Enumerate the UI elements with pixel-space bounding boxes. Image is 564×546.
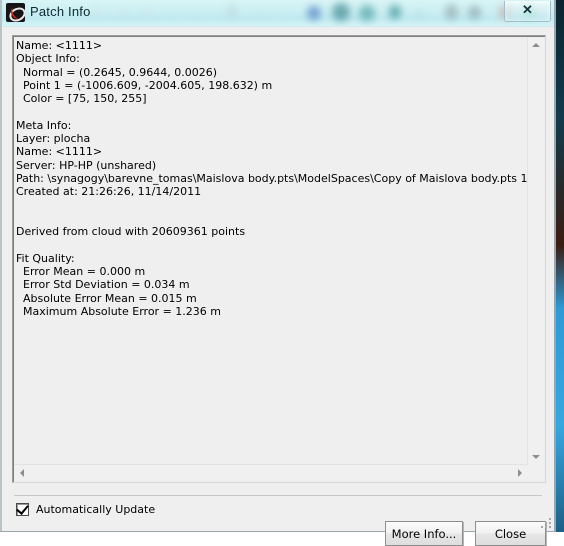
glass-blur-blob xyxy=(414,9,424,19)
info-line: Maximum Absolute Error = 1.236 m xyxy=(16,305,527,318)
info-line: Normal = (0.2645, 0.9644, 0.0026) xyxy=(16,66,527,79)
scroll-down-arrow-icon[interactable] xyxy=(528,449,544,465)
patch-app-icon xyxy=(6,3,25,22)
info-line: Created at: 21:26:26, 11/14/2011 xyxy=(16,185,527,198)
info-line: Absolute Error Mean = 0.015 m xyxy=(16,292,527,305)
glass-blur-blob xyxy=(226,4,238,19)
info-line: Color = [75, 150, 255] xyxy=(16,92,527,105)
info-line: Meta Info: xyxy=(16,119,527,132)
glass-blur-blob xyxy=(468,6,481,19)
info-line: Server: HP-HP (unshared) xyxy=(16,159,527,172)
info-line: Object Info: xyxy=(16,52,527,65)
info-blank-line xyxy=(16,212,527,225)
resize-grip[interactable] xyxy=(539,516,551,528)
glass-blur-blob xyxy=(174,10,182,18)
info-line: Error Mean = 0.000 m xyxy=(16,265,527,278)
glass-blur-blob xyxy=(254,9,262,18)
glass-blur-blob xyxy=(197,10,205,18)
glass-blur-blob xyxy=(119,8,129,18)
info-line: Error Std Deviation = 0.034 m xyxy=(16,278,527,291)
info-blank-line xyxy=(16,199,527,212)
glass-blur-blob xyxy=(274,10,282,18)
more-info-button[interactable]: More Info... xyxy=(385,521,463,546)
footer-separator xyxy=(14,495,542,496)
window-client-area: Name: <1111>Object Info: Normal = (0.264… xyxy=(2,27,554,531)
info-line: Path: \synagogy\barevne_tomas\Maislova b… xyxy=(16,172,527,185)
patch-info-window: Patch Info ✕ Name: <1111>Object Info: No… xyxy=(0,0,556,532)
horizontal-scrollbar[interactable] xyxy=(14,464,528,481)
window-title: Patch Info xyxy=(30,4,91,19)
info-line: Point 1 = (-1006.609, -2004.605, 198.632… xyxy=(16,79,527,92)
close-glyph: ✕ xyxy=(505,2,550,18)
glass-blur-blob xyxy=(445,4,458,20)
glass-blur-blob xyxy=(307,6,321,20)
window-titlebar[interactable]: Patch Info ✕ xyxy=(2,0,554,27)
scrollbar-corner xyxy=(528,465,544,481)
check-icon xyxy=(16,502,28,515)
glass-blur-blob xyxy=(142,7,153,18)
glass-blur-blob xyxy=(90,6,102,18)
glass-blur-blob xyxy=(359,5,375,21)
auto-update-row[interactable]: Automatically Update xyxy=(16,503,155,516)
glass-blur-blob xyxy=(389,5,401,19)
auto-update-checkbox[interactable] xyxy=(16,503,29,516)
glass-blur-blob xyxy=(332,3,350,21)
close-button[interactable]: Close xyxy=(475,521,546,546)
scroll-left-arrow-icon[interactable] xyxy=(14,465,30,481)
patch-info-textbox[interactable]: Name: <1111>Object Info: Normal = (0.264… xyxy=(12,35,546,483)
info-line: Name: <1111> xyxy=(16,39,527,52)
info-line: Derived from cloud with 20609361 points xyxy=(16,225,527,238)
close-icon[interactable]: ✕ xyxy=(504,1,551,22)
scroll-up-arrow-icon[interactable] xyxy=(528,37,544,53)
info-line: Layer: plocha xyxy=(16,132,527,145)
scroll-right-arrow-icon[interactable] xyxy=(512,465,528,481)
info-line: Name: <1111> xyxy=(16,145,527,158)
info-blank-line xyxy=(16,238,527,251)
patch-info-text-content: Name: <1111>Object Info: Normal = (0.264… xyxy=(16,39,527,464)
info-blank-line xyxy=(16,105,527,118)
vertical-scrollbar[interactable] xyxy=(527,37,544,465)
auto-update-label: Automatically Update xyxy=(36,503,155,516)
info-line: Fit Quality: xyxy=(16,252,527,265)
